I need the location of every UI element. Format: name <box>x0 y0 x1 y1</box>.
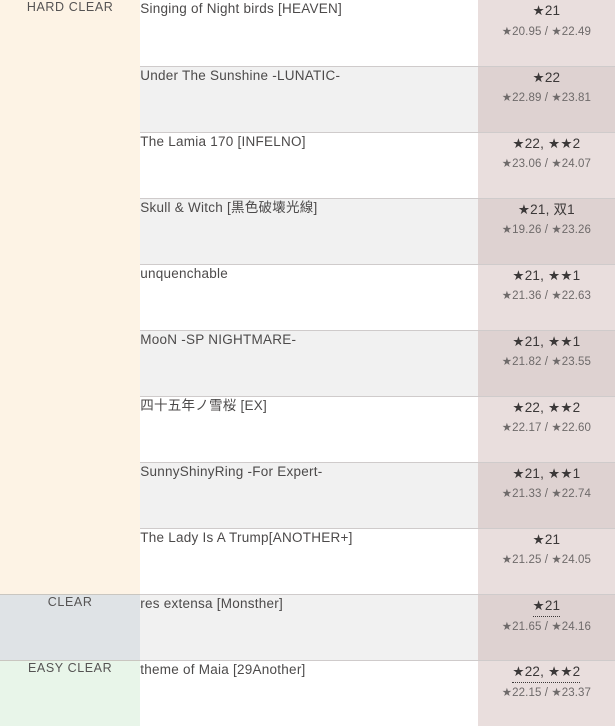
rating-range-label: ★21.25 / ★24.05 <box>501 554 592 567</box>
rating-cell: ★21, 双1 ★19.26 / ★23.26 <box>477 197 615 264</box>
song-title-label: The Lamia 170 [INFELNO] <box>140 133 306 149</box>
rating-range-label: ★21.65 / ★24.16 <box>501 620 592 633</box>
clear-status-label: EASY CLEAR <box>27 660 113 675</box>
clear-status-cell: HARD CLEAR <box>0 0 141 594</box>
song-title-label: unquenchable <box>140 265 229 281</box>
rating-level-label: ★21, 双1 <box>517 201 575 217</box>
song-title-label: Under The Sunshine -LUNATIC- <box>140 67 341 83</box>
rating-cell: ★21, ★★1 ★21.33 / ★22.74 <box>477 461 615 528</box>
rating-range-label: ★19.26 / ★23.26 <box>501 224 592 237</box>
rating-range-label: ★22.17 / ★22.60 <box>501 422 592 435</box>
rating-level-label: ★22 <box>532 69 561 85</box>
rating-level-label: ★22, ★★2 <box>512 399 581 415</box>
rating-level-label: ★21, ★★1 <box>512 465 581 481</box>
rating-cell: ★21 ★21.65 / ★24.16 <box>477 593 615 660</box>
song-title-cell[interactable]: Under The Sunshine -LUNATIC- <box>140 65 478 132</box>
rating-range-label: ★21.33 / ★22.74 <box>501 488 592 501</box>
song-title-label: The Lady Is A Trump[ANOTHER+] <box>140 529 353 545</box>
score-table-body: HARD CLEAR Singing of Night birds [HEAVEN… <box>0 0 615 726</box>
rating-cell: ★21, ★★1 ★21.82 / ★23.55 <box>477 329 615 396</box>
rating-range-label: ★23.06 / ★24.07 <box>501 158 592 171</box>
rating-cell: ★21 ★20.95 / ★22.49 <box>477 0 615 66</box>
clear-status-label: CLEAR <box>47 594 93 609</box>
song-title-cell[interactable]: MooN -SP NIGHTMARE- <box>140 329 478 396</box>
song-title-label: SunnyShinyRing -For Expert- <box>140 463 323 479</box>
song-title-cell[interactable]: Singing of Night birds [HEAVEN] <box>140 0 478 66</box>
song-title-cell[interactable]: SunnyShinyRing -For Expert- <box>140 461 478 528</box>
rating-level-label: ★21 <box>532 3 561 18</box>
rating-level-label: ★22, ★★2 <box>512 135 581 151</box>
song-title-cell[interactable]: 四十五年ノ雪桜 [EX] <box>140 395 478 462</box>
rating-range-label: ★21.36 / ★22.63 <box>501 290 592 303</box>
rating-cell: ★22 ★22.89 / ★23.81 <box>477 65 615 132</box>
rating-level-label: ★22, ★★2 <box>512 663 581 683</box>
rating-range-label: ★22.89 / ★23.81 <box>501 92 592 105</box>
rating-level-label: ★21 <box>532 597 561 617</box>
rating-cell: ★21 ★21.25 / ★24.05 <box>477 527 615 594</box>
song-title-cell[interactable]: Skull & Witch [黒色破壊光線] <box>140 197 478 264</box>
song-title-label: 四十五年ノ雪桜 [EX] <box>140 397 267 413</box>
rating-level-label: ★21, ★★1 <box>512 267 581 283</box>
clear-lamp-score-table: HARD CLEAR Singing of Night birds [HEAVEN… <box>0 0 615 726</box>
rating-level-label: ★21 <box>532 531 561 547</box>
rating-cell: ★22, ★★2 ★22.15 / ★23.37 <box>477 659 615 726</box>
song-title-label: MooN -SP NIGHTMARE- <box>140 331 297 347</box>
rating-range-label: ★21.82 / ★23.55 <box>501 356 592 369</box>
song-title-cell[interactable]: theme of Maia [29Another] <box>140 659 478 726</box>
song-title-label: res extensa [Monsther] <box>140 595 284 611</box>
song-title-cell[interactable]: res extensa [Monsther] <box>140 593 478 660</box>
song-title-cell[interactable]: The Lady Is A Trump[ANOTHER+] <box>140 527 478 594</box>
rating-level-label: ★21, ★★1 <box>512 333 581 349</box>
song-title-label: theme of Maia [29Another] <box>140 661 306 677</box>
song-title-cell[interactable]: The Lamia 170 [INFELNO] <box>140 131 478 198</box>
table-row: HARD CLEAR Singing of Night birds [HEAVEN… <box>0 0 615 594</box>
song-title-cell[interactable]: unquenchable <box>140 263 478 330</box>
rating-cell: ★22, ★★2 ★22.17 / ★22.60 <box>477 395 615 462</box>
song-title-label: Skull & Witch [黒色破壊光線] <box>140 199 318 215</box>
rating-cell: ★22, ★★2 ★23.06 / ★24.07 <box>477 131 615 198</box>
clear-status-cell: EASY CLEAR <box>0 659 141 726</box>
rating-cell: ★21, ★★1 ★21.36 / ★22.63 <box>477 263 615 330</box>
song-title-label: Singing of Night birds [HEAVEN] <box>140 1 343 16</box>
rating-range-label: ★22.15 / ★23.37 <box>501 686 592 699</box>
clear-status-cell: CLEAR <box>0 593 141 660</box>
clear-status-label: HARD CLEAR <box>26 0 114 14</box>
table-row: CLEAR res extensa [Monsther] ★21 ★21.65 / ★… <box>0 593 615 660</box>
rating-range-label: ★20.95 / ★22.49 <box>501 25 592 38</box>
table-row: EASY CLEAR theme of Maia [29Another] ★22, … <box>0 659 615 726</box>
